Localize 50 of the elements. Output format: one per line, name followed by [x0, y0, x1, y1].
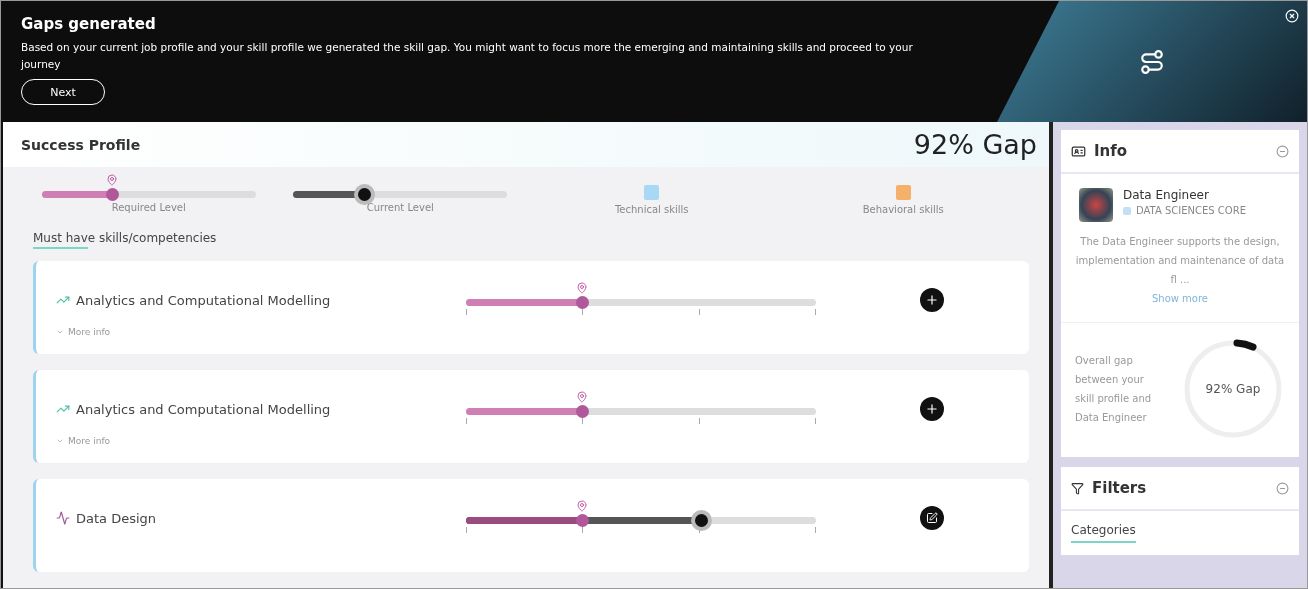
more-info-link[interactable]: More info: [68, 436, 111, 446]
category-icon: [1123, 206, 1131, 215]
required-level-marker: [575, 405, 589, 418]
required-level-marker: [106, 188, 120, 201]
required-level-marker: [575, 514, 589, 527]
role-name: Data Engineer: [1123, 188, 1210, 202]
chevron-down-icon: [56, 437, 64, 445]
add-button[interactable]: [920, 397, 944, 421]
id-card-icon: [1071, 143, 1086, 159]
panel-title: Info: [1094, 142, 1129, 160]
required-level-marker: [575, 296, 589, 309]
slider-thumb[interactable]: [690, 510, 712, 531]
pin-icon: [575, 500, 588, 512]
slider-thumb: [353, 184, 375, 205]
section-heading: Must have skills/competencies: [33, 231, 217, 251]
collapse-icon[interactable]: [1276, 481, 1289, 495]
close-icon[interactable]: [1285, 9, 1299, 23]
edit-button[interactable]: [920, 506, 944, 530]
route-icon: [1139, 48, 1165, 75]
panel-title: Filters: [1092, 479, 1148, 497]
gap-description: Overall gap between your skill profile and Data Engineer: [1075, 354, 1153, 425]
role-image: [1079, 188, 1113, 222]
gap-value: 92% Gap: [913, 129, 1037, 160]
more-info-link[interactable]: More info: [68, 327, 111, 337]
pin-icon: [575, 391, 588, 403]
gap-ring-label: 92% Gap: [1205, 382, 1261, 396]
pin-icon: [575, 282, 588, 294]
banner-message: Based on your current job profile and your skill profile we generated the skill gap. You might want to focus more the emerging and maintaining skills and proceed to your journey: [21, 40, 914, 72]
pulse-icon: [56, 511, 70, 525]
plus-icon: [925, 402, 939, 416]
role-category: DATA SCIENCES CORE: [1136, 205, 1246, 216]
filter-icon: [1071, 481, 1084, 495]
edit-icon: [926, 512, 938, 524]
add-button[interactable]: [920, 288, 944, 312]
legend-label: Current Level: [366, 202, 434, 213]
chevron-down-icon: [56, 328, 64, 336]
show-more-link[interactable]: Show more: [1061, 293, 1299, 304]
collapse-icon[interactable]: [1276, 144, 1289, 158]
legend-label: Behavioral skills: [862, 204, 944, 215]
banner-title: Gaps generated: [21, 15, 157, 33]
role-description: The Data Engineer supports the design, implementation and maintenance of data fl ...: [1074, 235, 1286, 287]
skill-name: Data Design: [76, 510, 158, 526]
plus-icon: [925, 293, 939, 307]
pin-icon: [106, 174, 119, 186]
skill-name: Analytics and Computational Modelling: [76, 292, 332, 308]
legend-label: Required Level: [111, 202, 186, 213]
legend-label: Technical skills: [614, 204, 689, 215]
profile-title: Success Profile: [21, 136, 141, 153]
categories-tab[interactable]: Categories: [1071, 523, 1136, 543]
skill-name: Analytics and Computational Modelling: [76, 401, 332, 417]
